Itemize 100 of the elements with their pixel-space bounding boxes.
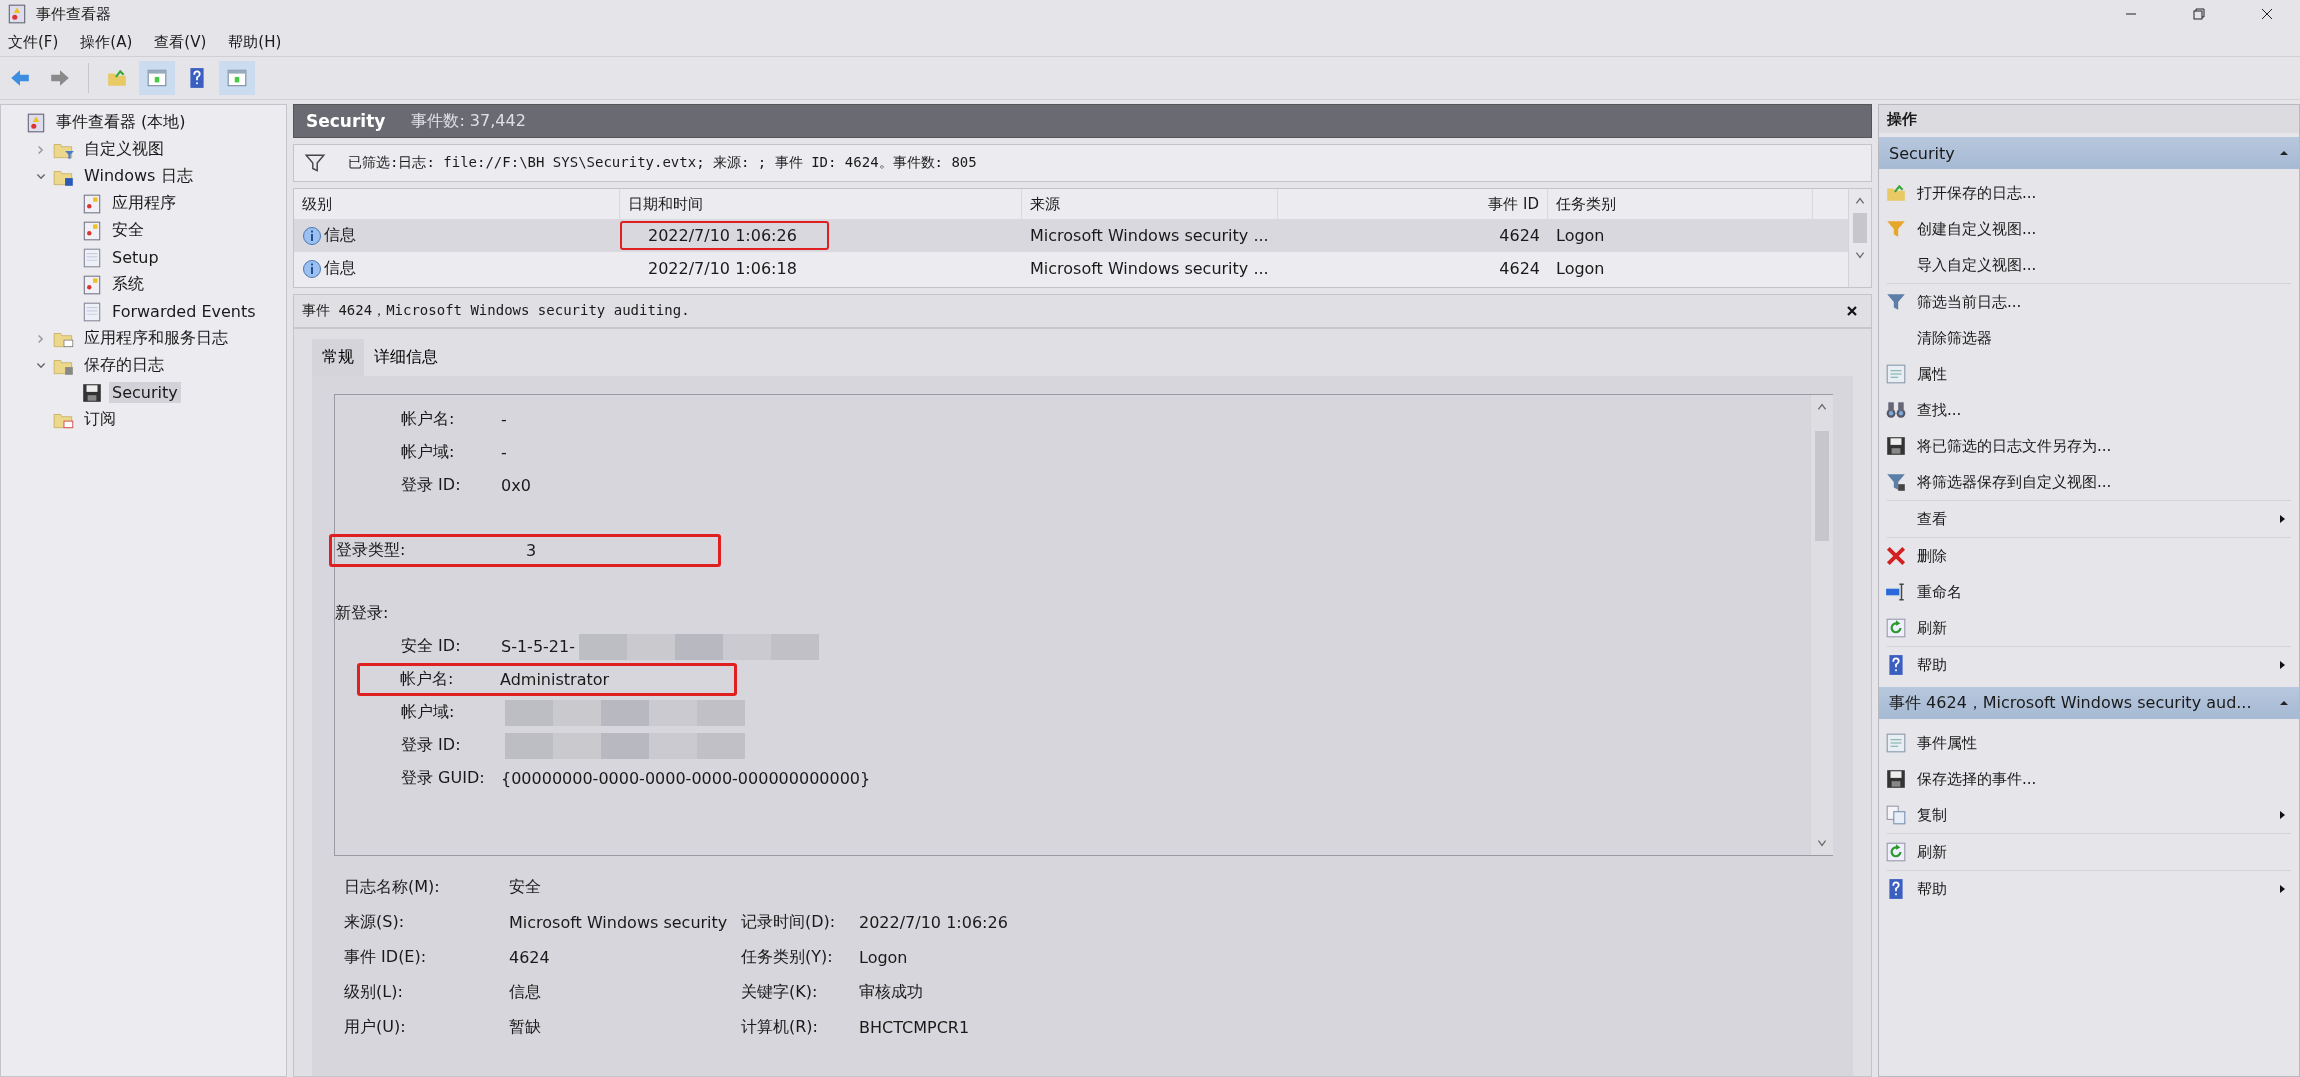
menu-item[interactable]: 查看(V) — [154, 32, 207, 52]
property-value: Logon — [859, 948, 909, 967]
folder-icon — [1885, 182, 1907, 204]
binoculars-icon — [1885, 399, 1907, 421]
tree-item[interactable]: 安全 — [109, 219, 147, 242]
property-label: 日志名称(M): — [344, 877, 441, 898]
tree-item[interactable]: Setup — [109, 247, 162, 268]
table-cell-text: Microsoft Windows security ... — [1029, 226, 1270, 245]
menu-item[interactable]: 操作(A) — [80, 32, 133, 52]
action-item[interactable]: 帮助 — [1879, 647, 2299, 683]
tree-item[interactable]: 系统 — [109, 273, 147, 296]
section-header[interactable]: Security — [1879, 137, 2299, 169]
action-item[interactable]: 刷新 — [1879, 610, 2299, 646]
folder-icon — [106, 67, 128, 89]
action-item[interactable]: 清除筛选器 — [1879, 320, 2299, 356]
tree-item[interactable]: 事件查看器 (本地) — [53, 111, 189, 134]
submenu-arrow-icon — [2277, 513, 2287, 525]
field-label: 登录 ID: — [400, 735, 462, 756]
action-item[interactable]: 导入自定义视图... — [1879, 247, 2299, 283]
action-item[interactable]: 重命名 — [1879, 574, 2299, 610]
log-icon — [81, 246, 103, 269]
action-item[interactable]: 查看 — [1879, 501, 2299, 537]
action-item[interactable]: 事件属性 — [1879, 725, 2299, 761]
close-icon[interactable] — [2260, 7, 2274, 21]
action-item[interactable]: 查找... — [1879, 392, 2299, 428]
action-item[interactable]: 属性 — [1879, 356, 2299, 392]
action-item[interactable]: 删除 — [1879, 538, 2299, 574]
pane-icon — [226, 67, 248, 89]
tree-item[interactable]: Windows 日志 — [81, 165, 196, 188]
property-value: 4624 — [509, 948, 551, 967]
close-icon[interactable] — [1845, 304, 1859, 318]
log-icon — [81, 273, 103, 296]
field-label: 帐户域: — [400, 702, 456, 723]
menu-item[interactable]: 帮助(H) — [228, 32, 282, 52]
scrollbar[interactable] — [1810, 395, 1833, 855]
window-title: 事件查看器 — [36, 4, 111, 24]
action-item[interactable]: 帮助 — [1879, 871, 2299, 907]
scroll-thumb[interactable] — [1853, 213, 1867, 243]
property-label: 计算机(R): — [741, 1017, 819, 1038]
table-cell-text: Logon — [1555, 259, 1606, 278]
action-item[interactable]: 复制 — [1879, 797, 2299, 833]
tree-item[interactable]: 保存的日志 — [81, 354, 167, 377]
rename-icon — [1885, 581, 1907, 603]
event-viewer-icon — [6, 3, 28, 25]
delete-icon — [1885, 545, 1907, 567]
field-value: 0x0 — [501, 476, 531, 495]
property-value: BHCTCMPCR1 — [859, 1018, 971, 1037]
properties-icon — [1885, 363, 1907, 385]
event-row[interactable]: 信息 2022/7/10 1:06:18 Microsoft Windows security ... 4624 Logon — [294, 252, 1848, 285]
table-cell-text: 4624 — [1498, 259, 1541, 278]
scroll-thumb[interactable] — [1815, 431, 1829, 541]
field-value: Administrator — [500, 670, 610, 689]
properties-icon — [1885, 732, 1907, 754]
toolbar-button[interactable] — [139, 61, 175, 95]
field-label: 帐户名: — [400, 409, 456, 430]
action-item[interactable]: 刷新 — [1879, 834, 2299, 870]
property-label: 任务类别(Y): — [741, 947, 834, 968]
copy-icon — [1885, 804, 1907, 826]
action-item[interactable]: 保存选择的事件... — [1879, 761, 2299, 797]
tree-item[interactable]: 自定义视图 — [81, 138, 167, 161]
funnel-icon — [304, 152, 326, 174]
submenu-arrow-icon — [2277, 883, 2287, 895]
property-value: 暂缺 — [509, 1017, 542, 1038]
action-item[interactable]: 创建自定义视图... — [1879, 211, 2299, 247]
submenu-arrow-icon — [2277, 659, 2287, 671]
table-cell-text: Logon — [1555, 226, 1606, 245]
section-header[interactable]: 事件 4624，Microsoft Windows security aud... — [1879, 687, 2299, 719]
field-value: {00000000-0000-0000-0000-000000000000} — [501, 769, 871, 788]
tree-item[interactable]: Security — [109, 382, 181, 403]
info-icon — [302, 225, 322, 246]
tree-item[interactable]: 应用程序 — [109, 192, 179, 215]
table-cell: 2022/7/10 1:06:26 — [620, 221, 829, 250]
tree-item[interactable]: 应用程序和服务日志 — [81, 327, 231, 350]
action-item[interactable]: 打开保存的日志... — [1879, 175, 2299, 211]
field-value: - — [501, 410, 507, 429]
funnel-icon — [1885, 471, 1907, 493]
field-value: - — [501, 443, 507, 462]
restore-icon[interactable] — [2192, 7, 2206, 21]
event-row[interactable]: 信息 2022/7/10 1:06:26 Microsoft Windows security ... 4624 Logon — [294, 219, 1848, 252]
action-item[interactable]: 将筛选器保存到自定义视图... — [1879, 464, 2299, 500]
menu-item[interactable]: 文件(F) — [8, 32, 59, 52]
property-label: 来源(S): — [344, 912, 406, 933]
tree-item[interactable]: Forwarded Events — [109, 301, 259, 322]
info-icon — [302, 258, 322, 279]
property-value: Microsoft Windows security — [509, 913, 729, 932]
submenu-arrow-icon — [2277, 809, 2287, 821]
field-label: 帐户域: — [400, 442, 456, 463]
tab[interactable]: 详细信息 — [364, 339, 448, 376]
toolbar-button[interactable] — [219, 61, 255, 95]
tab[interactable]: 常规 — [312, 339, 364, 376]
event-detail-title: 事件 4624，Microsoft Windows security auditing. — [302, 302, 690, 320]
action-item[interactable]: 将已筛选的日志文件另存为... — [1879, 428, 2299, 464]
action-item[interactable]: 筛选当前日志... — [1879, 284, 2299, 320]
refresh-icon — [1885, 617, 1907, 639]
property-value: 审核成功 — [859, 982, 924, 1003]
tree-item[interactable]: 订阅 — [81, 408, 119, 431]
field-label: 安全 ID: — [400, 636, 462, 657]
scrollbar[interactable] — [1848, 189, 1871, 287]
event-count: 事件数: 37,442 — [411, 110, 526, 132]
refresh-icon — [1885, 841, 1907, 863]
